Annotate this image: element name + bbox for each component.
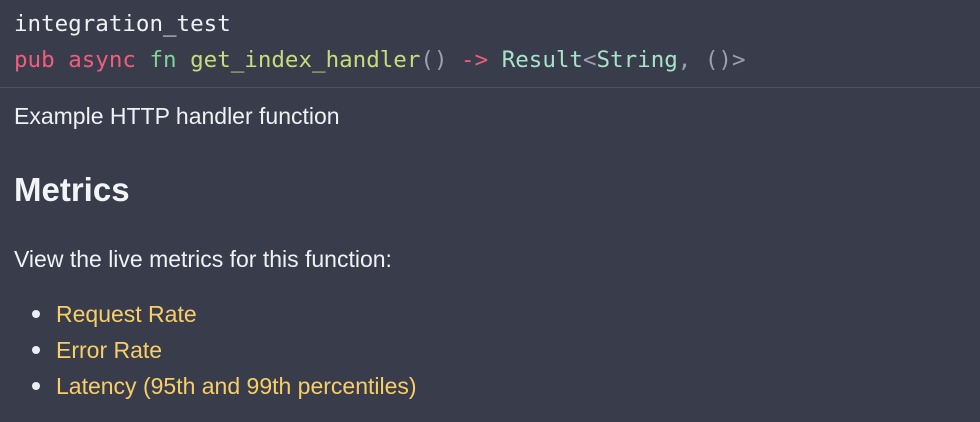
doc-body: Example HTTP handler function Metrics Vi… [0,102,980,404]
error-rate-link[interactable]: Error Rate [56,332,162,368]
hover-documentation-popup: integration_testpub async fn get_index_h… [0,0,980,422]
module-path: integration_test [14,11,231,37]
request-rate-link[interactable]: Request Rate [56,296,197,332]
pub-keyword: pub [14,47,55,73]
generic-close: > [731,47,746,73]
async-keyword: async [68,47,136,73]
doc-summary: Example HTTP handler function [14,103,340,129]
list-item: Error Rate [14,332,980,368]
fn-keyword: fn [149,47,177,73]
list-item: Latency (95th and 99th percentiles) [14,368,980,404]
return-arrow: -> [461,47,489,73]
metrics-heading: Metrics [14,171,130,208]
unit-type: () [704,47,732,73]
bullet-icon [32,382,40,390]
inner-type: String [596,47,678,73]
divider [0,87,980,88]
metrics-intro: View the live metrics for this function: [14,246,392,272]
bullet-icon [32,310,40,318]
latency-link[interactable]: Latency (95th and 99th percentiles) [56,368,417,404]
function-name: get_index_handler [190,47,421,73]
signature-line: pub async fn get_index_handler() -> Resu… [14,42,980,78]
metrics-link-list: Request Rate Error Rate Latency (95th an… [14,296,980,404]
function-signature: integration_testpub async fn get_index_h… [0,0,980,82]
return-type: Result [501,47,583,73]
params-parens: () [420,47,448,73]
bullet-icon [32,346,40,354]
list-item: Request Rate [14,296,980,332]
type-comma: , [677,47,692,73]
generic-open: < [582,47,597,73]
